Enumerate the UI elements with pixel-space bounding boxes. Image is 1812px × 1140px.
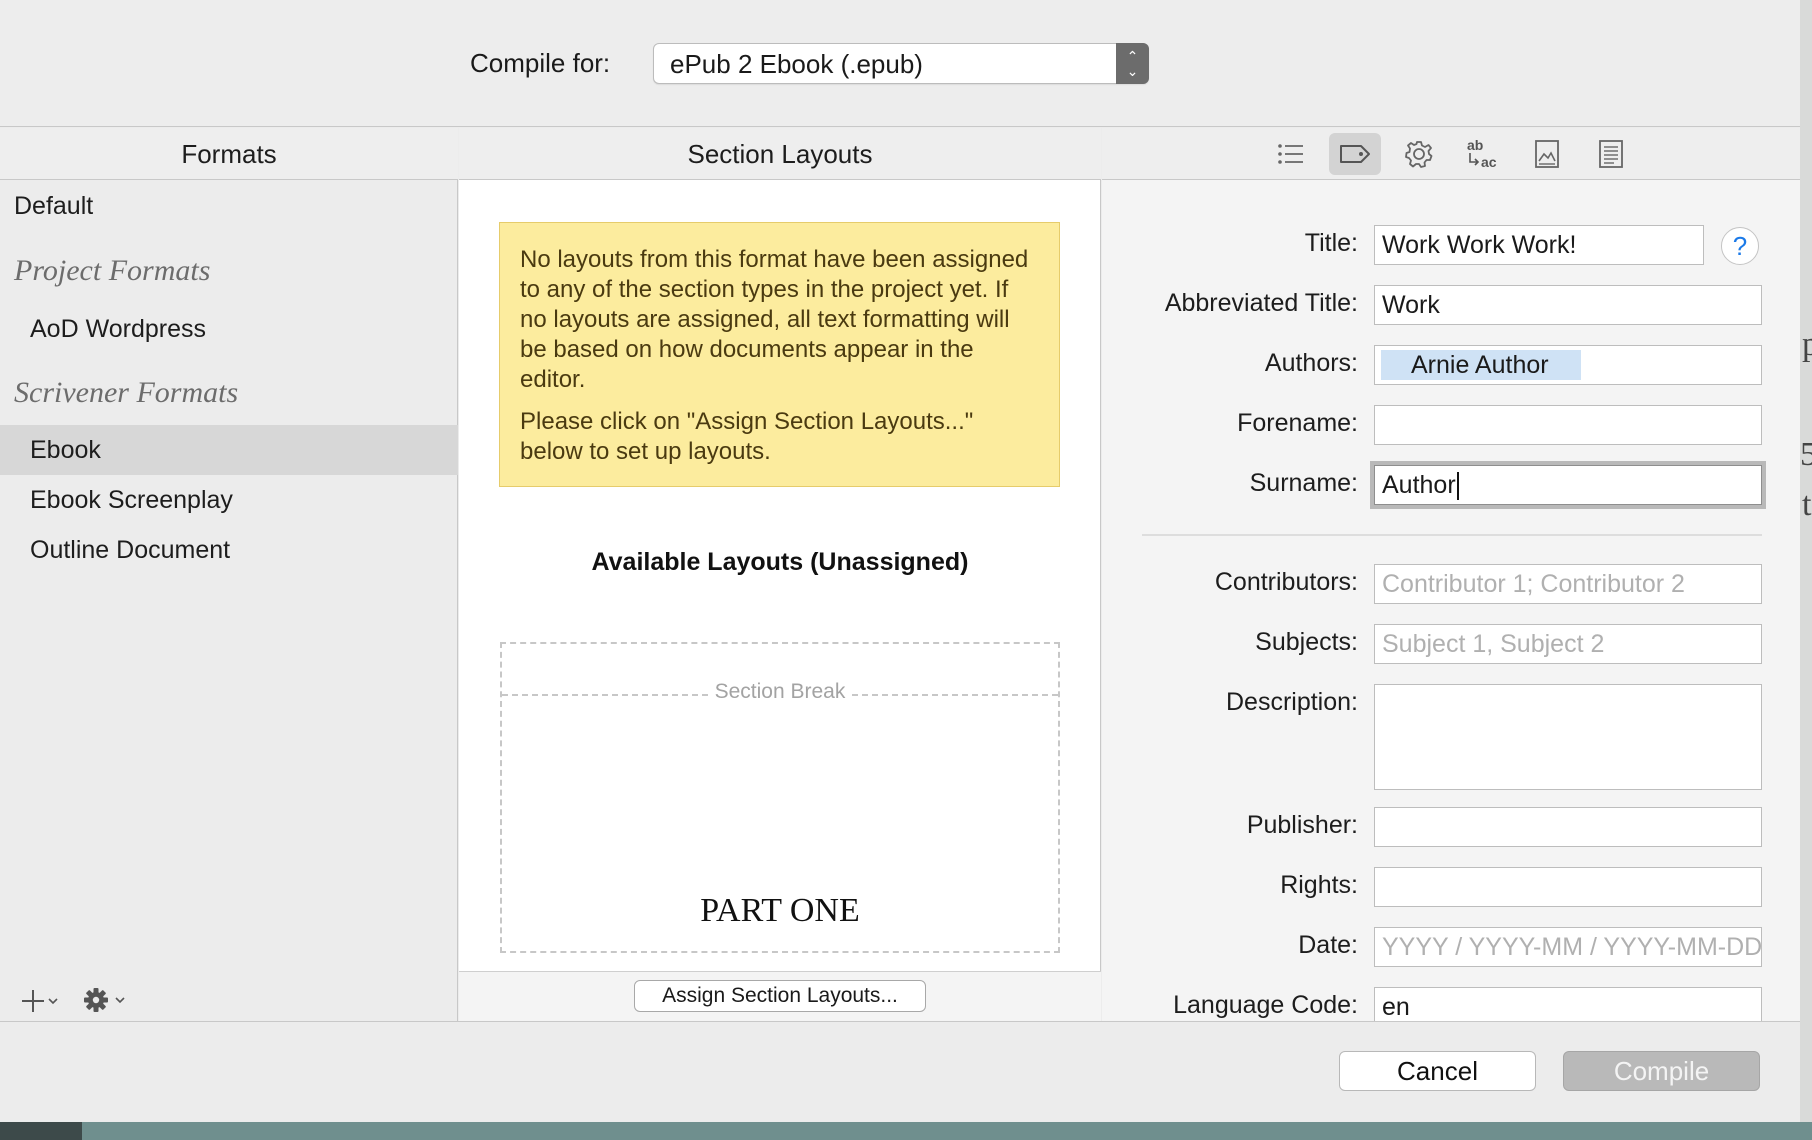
format-item-default[interactable]: Default [0, 181, 458, 231]
format-group-scrivener: Scrivener Formats [14, 376, 239, 409]
compile-for-label: Compile for: [470, 48, 611, 78]
compile-toolbar: Compile for: ePub 2 Ebook (.epub) ⌃ ⌄ [0, 0, 1800, 127]
author-token[interactable]: Arnie Author [1381, 350, 1581, 380]
cancel-button[interactable]: Cancel [1339, 1051, 1536, 1091]
gear-icon[interactable] [1393, 133, 1445, 175]
publisher-input[interactable] [1374, 807, 1762, 847]
abbreviated-title-input[interactable]: Work [1374, 285, 1762, 325]
description-label: Description: [1226, 688, 1358, 716]
compile-dialog: Compile for: ePub 2 Ebook (.epub) ⌃ ⌄ Fo… [0, 0, 1800, 1122]
layout-icon[interactable] [1585, 133, 1637, 175]
help-button[interactable]: ? [1721, 227, 1759, 265]
section-layouts-footer: Assign Section Layouts... [459, 971, 1101, 1021]
field-separator [1142, 534, 1762, 536]
date-label: Date: [1298, 931, 1358, 959]
svg-text:ab: ab [1467, 137, 1483, 153]
surname-value: Author [1382, 471, 1456, 499]
compile-for-select[interactable]: ePub 2 Ebook (.epub) ⌃ ⌄ [653, 43, 1149, 84]
section-break-label: Section Break [708, 680, 852, 703]
layout-preview-text: PART ONE [700, 892, 860, 929]
warning-instruction: Please click on "Assign Section Layouts.… [520, 408, 974, 465]
plus-icon [22, 990, 58, 1012]
gear-icon [84, 988, 125, 1012]
cover-icon[interactable] [1521, 133, 1573, 175]
text-caret [1456, 472, 1459, 501]
replacements-icon[interactable]: ab ac [1457, 133, 1509, 175]
title-input[interactable]: Work Work Work! [1374, 225, 1704, 265]
tag-icon[interactable] [1329, 133, 1381, 175]
format-item-ebook[interactable]: Ebook [0, 425, 458, 475]
authors-token-field[interactable]: Arnie Author [1374, 345, 1762, 385]
compile-button[interactable]: Compile [1563, 1051, 1760, 1091]
svg-text:ac: ac [1481, 154, 1497, 170]
contributors-label: Contributors: [1214, 568, 1358, 596]
background-letter: p [1802, 326, 1812, 363]
list-icon[interactable] [1265, 133, 1317, 175]
forename-label: Forename: [1237, 409, 1358, 437]
formats-panel: Formats Default Project Formats AoD Word… [0, 128, 458, 1021]
format-item-ebook-screenplay[interactable]: Ebook Screenplay [0, 475, 458, 525]
format-item-outline-document[interactable]: Outline Document [0, 525, 458, 575]
contributors-input[interactable]: Contributor 1; Contributor 2 [1374, 564, 1762, 604]
assign-section-layouts-button[interactable]: Assign Section Layouts... [634, 980, 926, 1012]
forename-input[interactable] [1374, 405, 1762, 445]
subjects-label: Subjects: [1255, 628, 1358, 656]
background-letter: t [1802, 486, 1812, 523]
publisher-label: Publisher: [1246, 811, 1358, 839]
add-format-button[interactable] [18, 983, 64, 1019]
rights-label: Rights: [1280, 871, 1358, 899]
desktop-background [0, 1122, 1812, 1140]
abbreviated-title-label: Abbreviated Title: [1164, 289, 1358, 317]
dialog-button-bar: Cancel Compile [0, 1021, 1800, 1122]
unassigned-warning-note: No layouts from this format have been as… [499, 222, 1060, 487]
description-textarea[interactable] [1374, 684, 1762, 790]
compile-for-value: ePub 2 Ebook (.epub) [670, 49, 923, 79]
warning-text: No layouts from this format have been as… [520, 246, 1029, 393]
layout-preview-card[interactable]: Section Break PART ONE [500, 642, 1060, 953]
available-layouts-title: Available Layouts (Unassigned) [591, 548, 969, 576]
format-actions-button[interactable] [80, 981, 132, 1019]
language-code-label: Language Code: [1173, 991, 1358, 1019]
subjects-input[interactable]: Subject 1, Subject 2 [1374, 624, 1762, 664]
background-letter: 5, [1800, 436, 1812, 473]
date-input[interactable]: YYYY / YYYY-MM / YYYY-MM-DD [1374, 927, 1762, 967]
section-layouts-header: Section Layouts [459, 128, 1101, 180]
background-window-edge: p 5, t [1800, 0, 1812, 1140]
format-group-project: Project Formats [14, 254, 211, 287]
surname-input[interactable]: Author [1374, 465, 1762, 505]
section-layouts-panel: Section Layouts No layouts from this for… [459, 128, 1101, 1021]
formats-header: Formats [0, 128, 458, 180]
metadata-panel: ab ac Title: Work Work Work! ? Abbreviat… [1102, 128, 1800, 1027]
rights-input[interactable] [1374, 867, 1762, 907]
title-label: Title: [1304, 229, 1358, 257]
format-item-aod-wordpress[interactable]: AoD Wordpress [0, 304, 458, 354]
options-tab-bar: ab ac [1102, 128, 1800, 180]
authors-label: Authors: [1264, 349, 1358, 377]
chevron-updown-icon[interactable]: ⌃ ⌄ [1116, 43, 1149, 84]
surname-label: Surname: [1249, 469, 1358, 497]
